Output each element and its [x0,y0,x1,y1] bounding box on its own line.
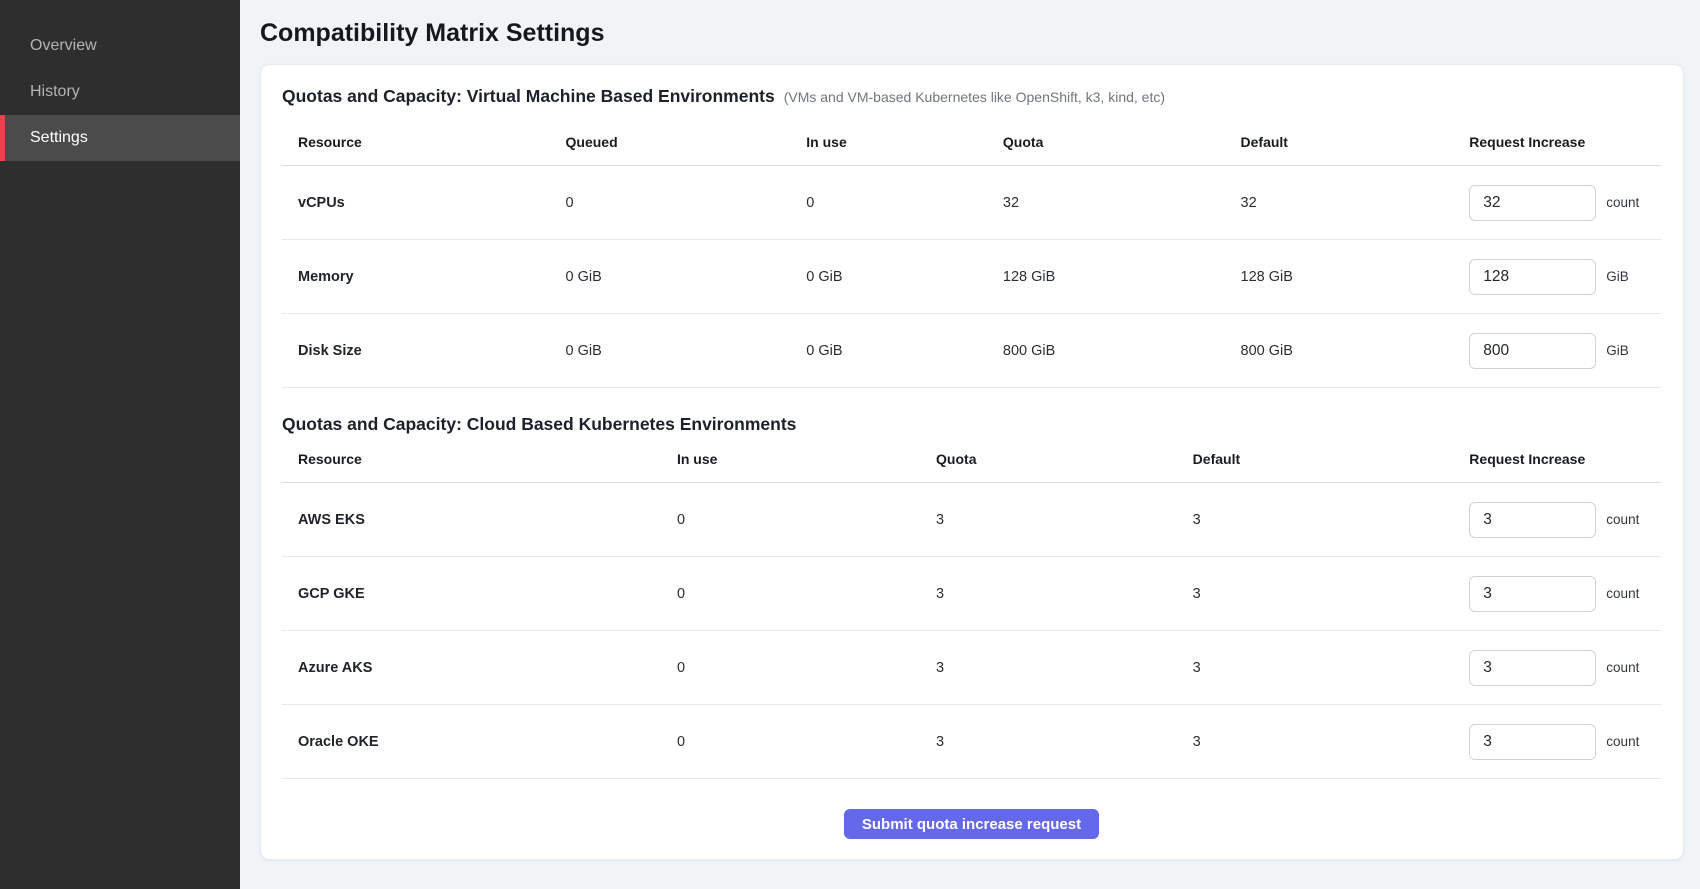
vcpus-request-input[interactable] [1469,185,1596,221]
vm-section-subtitle: (VMs and VM-based Kubernetes like OpenSh… [784,89,1165,105]
gcp-gke-request-input[interactable] [1469,576,1596,612]
default-value: 3 [1193,734,1470,750]
azure-aks-request-input[interactable] [1469,650,1596,686]
column-header-in-use: In use [677,451,936,467]
sidebar-item-settings[interactable]: Settings [0,115,240,161]
default-value: 3 [1193,512,1470,528]
oracle-oke-request-input[interactable] [1469,724,1596,760]
submit-row: Submit quota increase request [282,779,1661,839]
sidebar-item-overview[interactable]: Overview [0,23,240,69]
cloud-quota-table: Resource In use Quota Default Request In… [282,435,1661,779]
default-value: 3 [1193,660,1470,676]
default-value: 32 [1241,195,1470,211]
resource-name: AWS EKS [282,512,677,528]
page-title: Compatibility Matrix Settings [260,17,1684,49]
request-increase-cell: GiB [1469,333,1661,369]
resource-name: Disk Size [282,343,566,359]
in-use-value: 0 [806,195,1003,211]
quota-value: 3 [936,734,1193,750]
sidebar-item-label: Settings [30,129,88,147]
column-header-quota: Quota [936,451,1193,467]
quota-value: 3 [936,586,1193,602]
column-header-request-increase: Request Increase [1469,134,1661,150]
resource-name: GCP GKE [282,586,677,602]
quota-value: 128 GiB [1003,269,1241,285]
request-increase-cell: count [1469,502,1661,538]
default-value: 3 [1193,586,1470,602]
column-header-queued: Queued [566,134,807,150]
disk-size-request-input[interactable] [1469,333,1596,369]
column-header-default: Default [1193,451,1470,467]
column-header-request-increase: Request Increase [1469,451,1661,467]
table-row-oracle-oke: Oracle OKE 0 3 3 count [282,705,1661,779]
unit-label: count [1606,586,1639,601]
column-header-default: Default [1241,134,1470,150]
quota-value: 800 GiB [1003,343,1241,359]
in-use-value: 0 GiB [806,269,1003,285]
queued-value: 0 GiB [566,269,807,285]
request-increase-cell: count [1469,185,1661,221]
in-use-value: 0 GiB [806,343,1003,359]
sidebar-item-label: History [30,83,80,101]
quota-value: 3 [936,660,1193,676]
unit-label: count [1606,195,1639,210]
quota-value: 32 [1003,195,1241,211]
quota-value: 3 [936,512,1193,528]
table-row-vcpus: vCPUs 0 0 32 32 count [282,166,1661,240]
unit-label: GiB [1606,269,1629,284]
queued-value: 0 [566,195,807,211]
sidebar-item-label: Overview [30,37,97,55]
default-value: 128 GiB [1241,269,1470,285]
vm-section-title: Quotas and Capacity: Virtual Machine Bas… [282,86,775,107]
vm-quota-table: Resource Queued In use Quota Default Req… [282,107,1661,388]
table-row-memory: Memory 0 GiB 0 GiB 128 GiB 128 GiB GiB [282,240,1661,314]
table-row-gcp-gke: GCP GKE 0 3 3 count [282,557,1661,631]
column-header-in-use: In use [806,134,1003,150]
unit-label: count [1606,512,1639,527]
column-header-resource: Resource [282,451,677,467]
submit-quota-increase-button[interactable]: Submit quota increase request [844,809,1099,839]
request-increase-cell: count [1469,650,1661,686]
request-increase-cell: count [1469,576,1661,612]
sidebar-item-history[interactable]: History [0,69,240,115]
resource-name: Memory [282,269,566,285]
in-use-value: 0 [677,512,936,528]
column-header-resource: Resource [282,134,566,150]
unit-label: GiB [1606,343,1629,358]
resource-name: Oracle OKE [282,734,677,750]
cloud-table-header-row: Resource In use Quota Default Request In… [282,435,1661,483]
in-use-value: 0 [677,660,936,676]
table-row-azure-aks: Azure AKS 0 3 3 count [282,631,1661,705]
resource-name: Azure AKS [282,660,677,676]
memory-request-input[interactable] [1469,259,1596,295]
resource-name: vCPUs [282,195,566,211]
vm-table-header-row: Resource Queued In use Quota Default Req… [282,107,1661,166]
cloud-section-title: Quotas and Capacity: Cloud Based Kuberne… [282,414,796,435]
aws-eks-request-input[interactable] [1469,502,1596,538]
settings-card: Quotas and Capacity: Virtual Machine Bas… [260,64,1684,860]
main-content: Compatibility Matrix Settings Quotas and… [240,0,1700,889]
request-increase-cell: count [1469,724,1661,760]
default-value: 800 GiB [1241,343,1470,359]
unit-label: count [1606,660,1639,675]
table-row-disk-size: Disk Size 0 GiB 0 GiB 800 GiB 800 GiB Gi… [282,314,1661,388]
in-use-value: 0 [677,734,936,750]
sidebar: Overview History Settings [0,0,240,889]
request-increase-cell: GiB [1469,259,1661,295]
queued-value: 0 GiB [566,343,807,359]
column-header-quota: Quota [1003,134,1241,150]
vm-section-header: Quotas and Capacity: Virtual Machine Bas… [282,86,1661,107]
cloud-section-header: Quotas and Capacity: Cloud Based Kuberne… [282,414,1661,435]
table-row-aws-eks: AWS EKS 0 3 3 count [282,483,1661,557]
in-use-value: 0 [677,586,936,602]
unit-label: count [1606,734,1639,749]
